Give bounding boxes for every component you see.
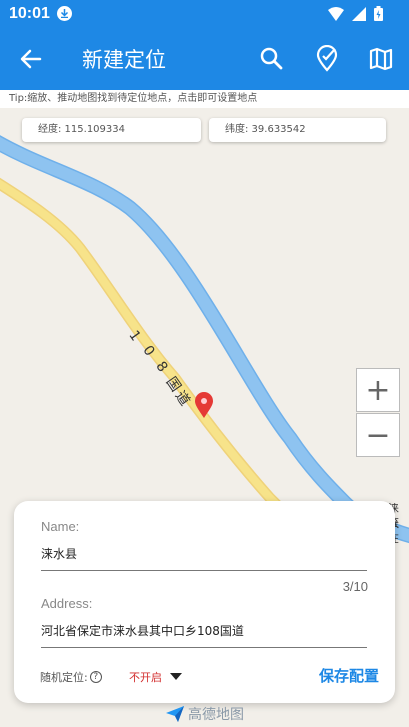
search-icon[interactable] <box>258 45 286 73</box>
address-input[interactable]: 河北省保定市涞水县其中口乡108国道 <box>41 622 367 648</box>
wifi-icon <box>328 6 344 21</box>
amap-logo-text: 高德地图 <box>188 707 244 723</box>
tip-text: Tip:缩放、推动地图找到待定位地点，点击即可设置地点 <box>0 90 409 108</box>
amap-logo: 高德地图 <box>165 703 244 725</box>
download-icon <box>57 6 72 21</box>
arrow-left-icon[interactable] <box>18 46 44 72</box>
random-location-label: 随机定位: ? <box>40 669 102 685</box>
address-label: Address: <box>41 596 93 611</box>
amap-logo-icon <box>166 706 184 722</box>
longitude-display: 经度: 115.109334 <box>22 118 201 142</box>
battery-icon <box>374 6 383 21</box>
app-bar: 新建定位 <box>0 28 409 90</box>
location-check-icon[interactable] <box>313 45 341 73</box>
status-time: 10:01 <box>9 5 50 22</box>
zoom-out-button[interactable]: − <box>356 413 400 457</box>
name-label: Name: <box>41 519 80 534</box>
chevron-down-icon[interactable] <box>170 673 182 680</box>
status-bar: 10:01 <box>0 0 409 28</box>
name-counter: 3/10 <box>342 579 368 594</box>
random-location-text: 随机定位: <box>40 671 88 684</box>
signal-icon <box>352 6 366 21</box>
name-input[interactable]: 涞水县 <box>41 545 367 571</box>
page-title: 新建定位 <box>82 48 166 72</box>
help-icon[interactable]: ? <box>89 671 102 683</box>
zoom-in-button[interactable]: + <box>356 368 400 412</box>
latitude-display: 纬度: 39.633542 <box>209 118 386 142</box>
map-marker-icon <box>194 391 214 419</box>
save-config-button[interactable]: 保存配置 <box>319 665 379 686</box>
random-location-select[interactable]: 不开启 <box>129 669 162 685</box>
location-form-card: Name: 涞水县 3/10 Address: 河北省保定市涞水县其中口乡108… <box>14 501 395 703</box>
map-icon[interactable] <box>367 45 395 73</box>
